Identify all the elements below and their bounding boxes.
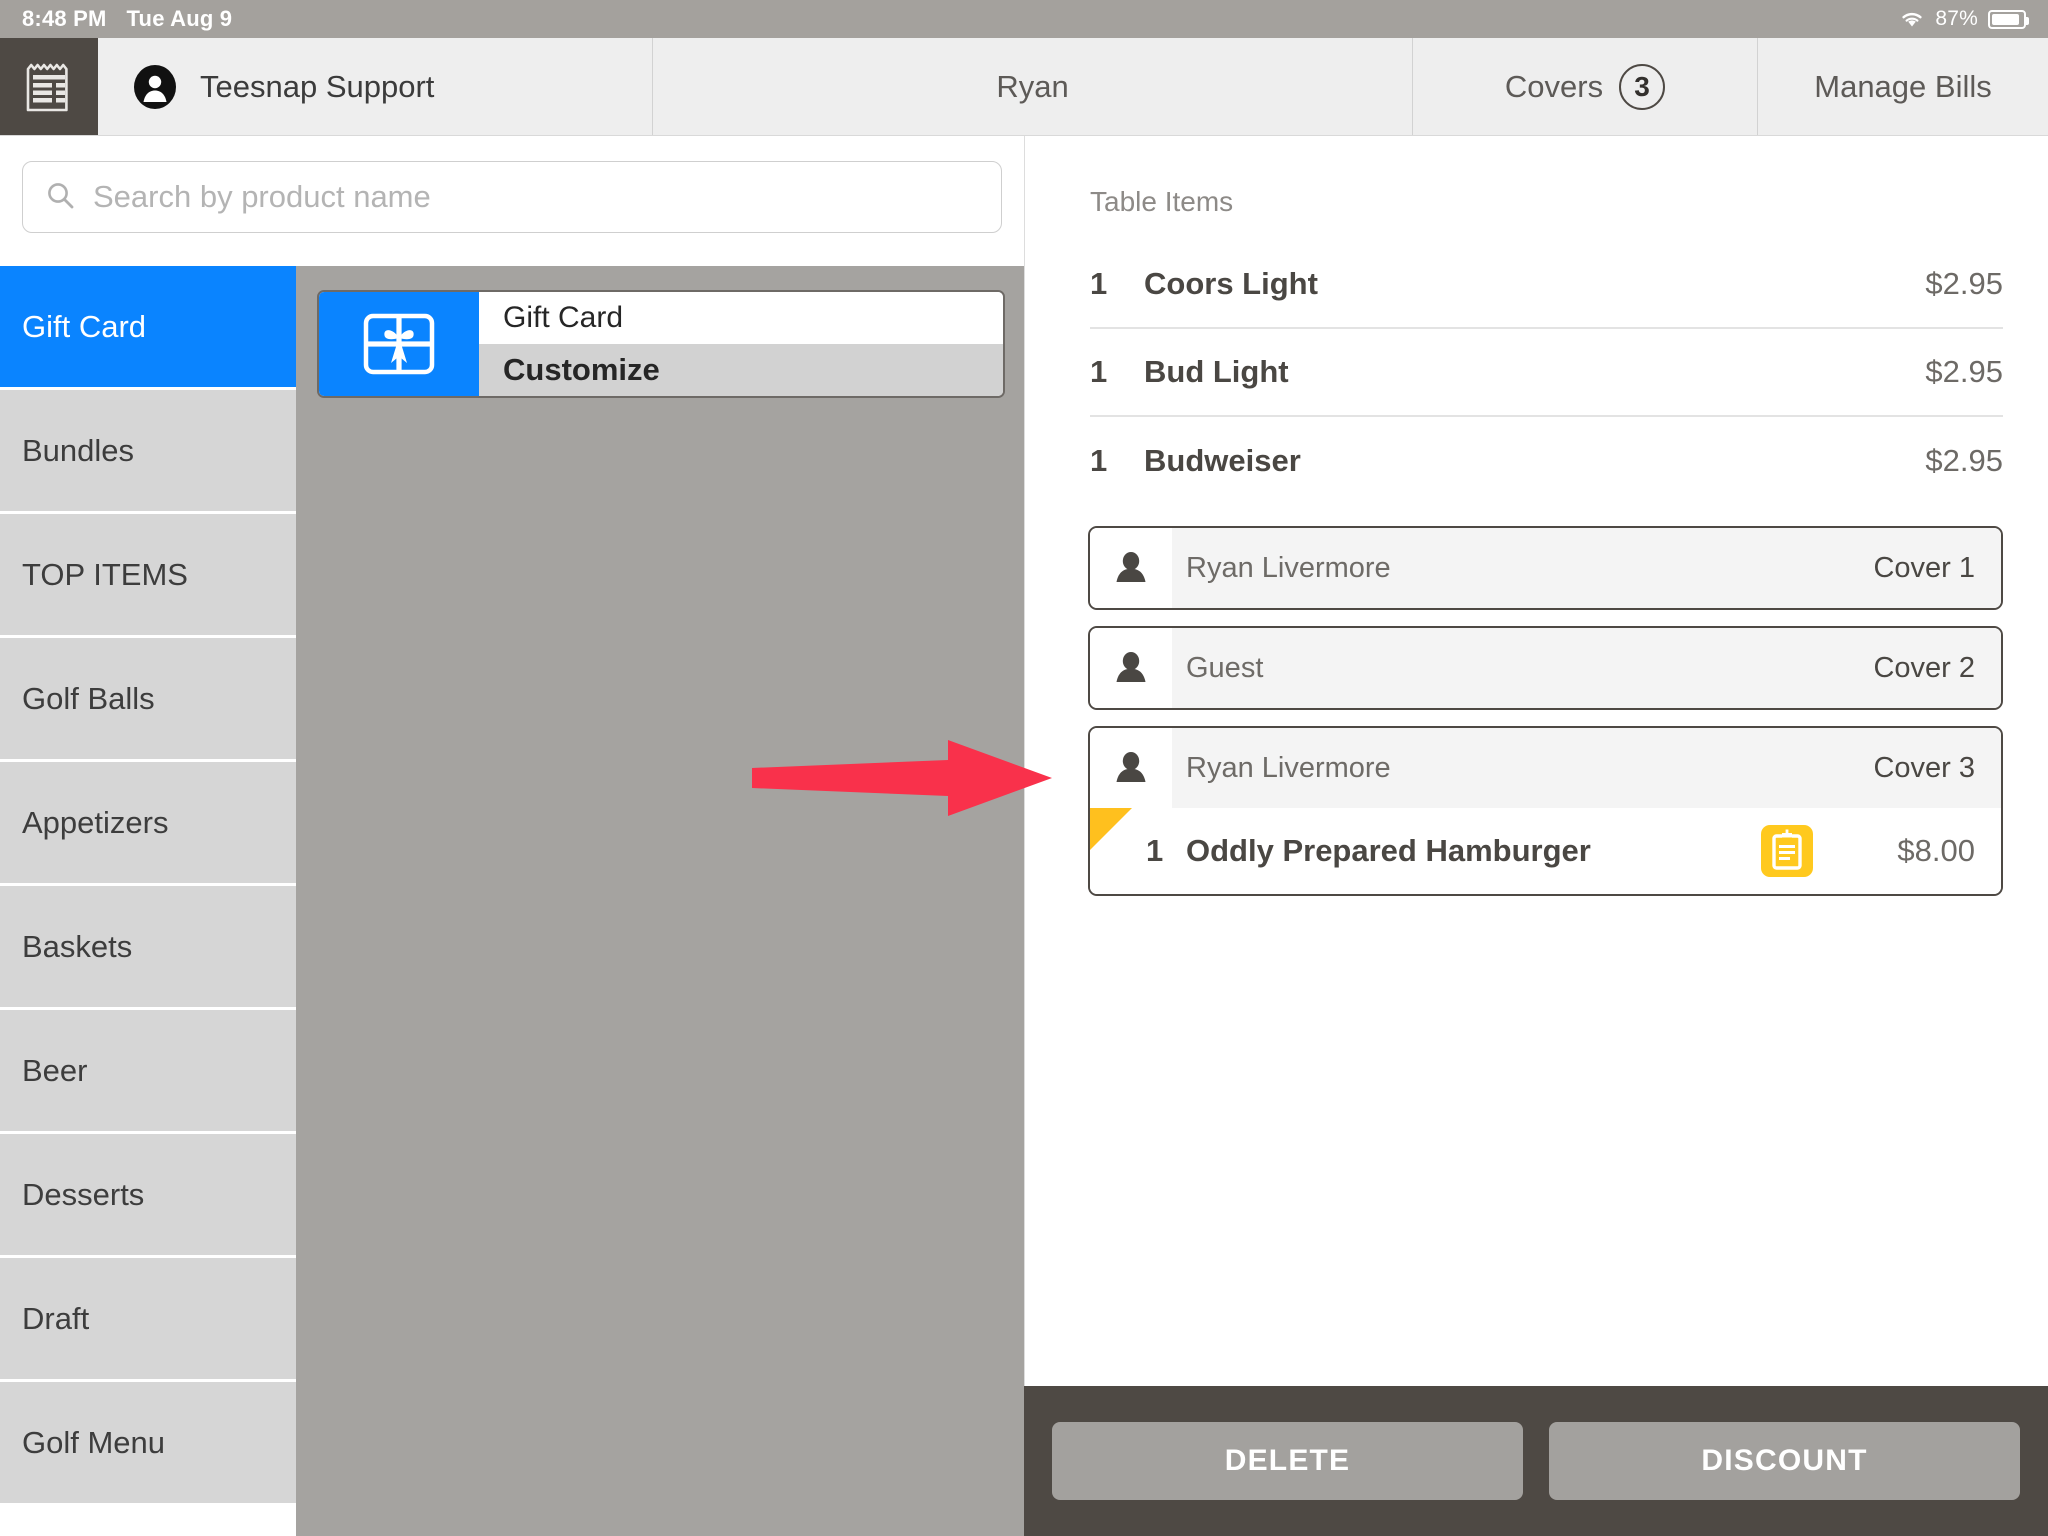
- search-placeholder: Search by product name: [93, 179, 431, 214]
- sidebar-item-bundles[interactable]: Bundles: [0, 390, 296, 514]
- category-label: Beer: [22, 1052, 88, 1088]
- sidebar-item-top-items[interactable]: TOP ITEMS: [0, 514, 296, 638]
- order-action-bar: DELETE DISCOUNT: [1024, 1386, 2048, 1536]
- cover-card-1[interactable]: Ryan Livermore Cover 1: [1088, 526, 2003, 610]
- status-time: 8:48 PM: [22, 6, 107, 31]
- note-clipboard-icon[interactable]: [1761, 825, 1813, 877]
- category-label: TOP ITEMS: [22, 556, 188, 592]
- gift-card-icon: [319, 292, 479, 396]
- covers-list: Ryan Livermore Cover 1 Guest Cover 2 Rya…: [1088, 526, 2003, 912]
- cover-card-2[interactable]: Guest Cover 2: [1088, 626, 2003, 710]
- sidebar-item-desserts[interactable]: Desserts: [0, 1134, 296, 1258]
- item-quantity: 1: [1146, 833, 1164, 868]
- item-quantity: 1: [1090, 354, 1108, 389]
- cover-guest-name: Guest: [1186, 651, 1264, 684]
- category-label: Bundles: [22, 432, 135, 468]
- product-grid: Gift Card Customize: [296, 266, 1024, 1536]
- item-name: Oddly Prepared Hamburger: [1186, 833, 1591, 868]
- item-quantity: 1: [1090, 443, 1108, 478]
- sidebar-item-golf-balls[interactable]: Golf Balls: [0, 638, 296, 762]
- status-bar: 8:48 PM Tue Aug 9 87%: [0, 0, 2048, 38]
- product-customize-button[interactable]: Customize: [479, 344, 1003, 396]
- manage-bills-label: Manage Bills: [1814, 68, 1992, 104]
- covers-label: Covers: [1504, 68, 1604, 104]
- cover-header[interactable]: Ryan Livermore Cover 3: [1090, 728, 2001, 808]
- receipt-icon[interactable]: [0, 38, 98, 135]
- item-price: $8.00: [1897, 833, 1975, 868]
- cover-header[interactable]: Ryan Livermore Cover 1: [1090, 528, 2001, 608]
- cover-header[interactable]: Guest Cover 2: [1090, 628, 2001, 708]
- cover-number-label: Cover 1: [1873, 551, 1975, 584]
- covers-count-badge: 3: [1619, 63, 1666, 110]
- search-input[interactable]: Search by product name: [22, 161, 1002, 233]
- category-label: Golf Menu: [22, 1424, 166, 1460]
- item-quantity: 1: [1090, 266, 1108, 301]
- product-title: Gift Card: [479, 292, 1003, 344]
- cover-line-item[interactable]: 1 Oddly Prepared Hamburger $8.00: [1090, 808, 2001, 894]
- top-navigation-bar: Teesnap Support Ryan Covers 3 Manage Bil…: [0, 38, 2048, 136]
- battery-icon: [1988, 9, 2029, 29]
- cover-guest-name: Ryan Livermore: [1186, 751, 1391, 784]
- item-price: $2.95: [1925, 443, 2003, 478]
- item-name: Bud Light: [1144, 354, 1289, 389]
- cover-info: Ryan Livermore Cover 3: [1172, 728, 2001, 808]
- sidebar-item-golf-menu[interactable]: Golf Menu: [0, 1382, 296, 1506]
- sidebar-item-appetizers[interactable]: Appetizers: [0, 762, 296, 886]
- cover-number-label: Cover 2: [1873, 651, 1975, 684]
- category-label: Gift Card: [22, 308, 147, 344]
- product-tile-body: Gift Card Customize: [479, 292, 1003, 396]
- sidebar-item-baskets[interactable]: Baskets: [0, 886, 296, 1010]
- table-row[interactable]: 1 Bud Light $2.95: [1090, 329, 2003, 417]
- cover-info: Guest Cover 2: [1172, 628, 2001, 708]
- sidebar-item-beer[interactable]: Beer: [0, 1010, 296, 1134]
- item-name: Coors Light: [1144, 266, 1318, 301]
- table-name-label: Ryan: [996, 68, 1069, 104]
- covers-tab[interactable]: Covers 3: [1413, 38, 1758, 135]
- cover-number-label: Cover 3: [1873, 751, 1975, 784]
- user-account-button[interactable]: Teesnap Support: [98, 38, 653, 135]
- item-price: $2.95: [1925, 266, 2003, 301]
- cover-guest-name: Ryan Livermore: [1186, 551, 1391, 584]
- cover-card-3[interactable]: Ryan Livermore Cover 3 1 Oddly Prepared …: [1088, 726, 2003, 896]
- modified-item-flag-icon: [1090, 808, 1132, 850]
- delete-button[interactable]: DELETE: [1052, 1422, 1523, 1500]
- table-row[interactable]: 1 Budweiser $2.95: [1090, 417, 2003, 505]
- item-price: $2.95: [1925, 354, 2003, 389]
- search-area: Search by product name: [0, 136, 1024, 258]
- person-icon: [1090, 628, 1172, 708]
- person-icon: [1090, 728, 1172, 808]
- search-icon: [45, 180, 75, 215]
- order-panel: Table Items 1 Coors Light $2.95 1 Bud Li…: [1024, 136, 2048, 1536]
- manage-bills-tab[interactable]: Manage Bills: [1758, 38, 2048, 135]
- sidebar-item-draft[interactable]: Draft: [0, 1258, 296, 1382]
- sidebar-item-gift-card[interactable]: Gift Card: [0, 266, 296, 390]
- status-date: Tue Aug 9: [126, 6, 233, 31]
- category-label: Golf Balls: [22, 680, 155, 716]
- avatar-icon: [132, 64, 178, 110]
- table-name-tab[interactable]: Ryan: [653, 38, 1413, 135]
- table-items-heading: Table Items: [1090, 186, 1234, 217]
- status-right-cluster: 87%: [1899, 7, 2029, 31]
- product-tile-gift-card[interactable]: Gift Card Customize: [317, 290, 1005, 398]
- category-sidebar[interactable]: Gift Card Bundles TOP ITEMS Golf Balls A…: [0, 266, 296, 1536]
- category-label: Baskets: [22, 928, 133, 964]
- user-account-label: Teesnap Support: [200, 68, 435, 104]
- category-label: Desserts: [22, 1176, 145, 1212]
- category-label: Appetizers: [22, 804, 169, 840]
- discount-button[interactable]: DISCOUNT: [1549, 1422, 2020, 1500]
- person-icon: [1090, 528, 1172, 608]
- cover-info: Ryan Livermore Cover 1: [1172, 528, 2001, 608]
- item-name: Budweiser: [1144, 443, 1301, 478]
- table-row[interactable]: 1 Coors Light $2.95: [1090, 241, 2003, 329]
- table-items-list: 1 Coors Light $2.95 1 Bud Light $2.95 1 …: [1090, 241, 2003, 505]
- battery-percent: 87%: [1935, 7, 1978, 30]
- category-label: Draft: [22, 1300, 90, 1336]
- wifi-icon: [1899, 9, 1925, 29]
